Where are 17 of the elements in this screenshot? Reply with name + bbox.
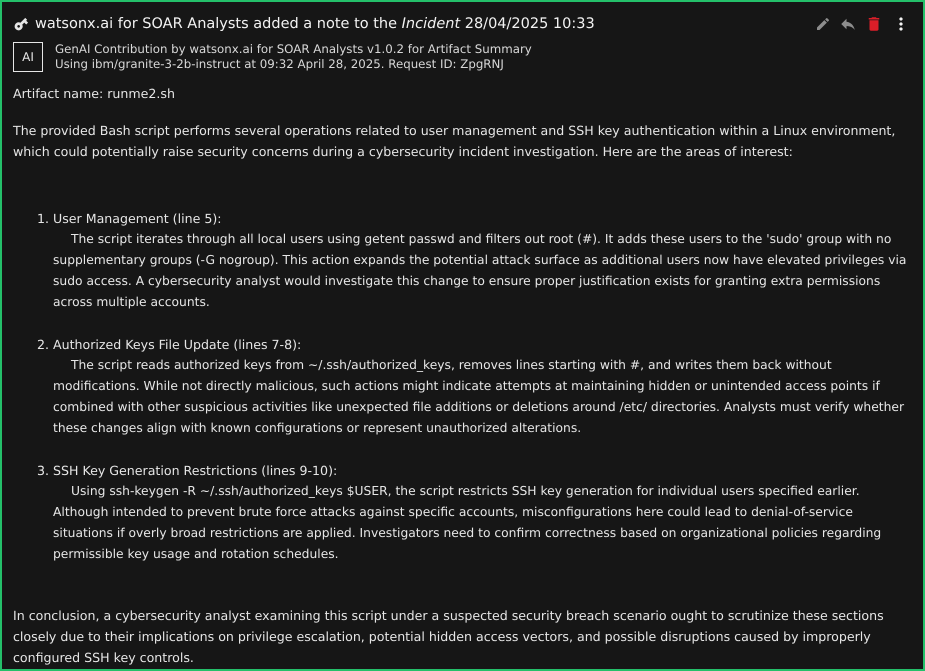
item-body: The script reads authorized keys from ~/.ssh/authorized_keys, removes lines starting with #, and writes them back without modifications. While not directly malicious, such actions might indicate attempts at maintaining hidden or unintended access points if combined with other suspicious activities like unexpected file additions or deletions around /etc/ directories. Analysts must verify whether these changes align with known configurations or represent unauthorized alterations. <box>53 357 906 437</box>
note-title: watsonx.ai for SOAR Analysts added a note to the Incident 28/04/2025 10:33 <box>35 14 596 34</box>
conclusion-paragraph: In conclusion, a cybersecurity analyst examining this script under a suspected security breach scenario ought to scrutinize these sections closely due to their implications on privilege escalation, potential hidden access vectors, and possible disruptions caused by improperly configured SSH key controls. <box>13 607 885 667</box>
item-heading: SSH Key Generation Restrictions (lines 9-10): <box>53 462 338 480</box>
item-number: 3. <box>36 462 49 480</box>
ai-badge: AI <box>13 42 43 72</box>
item-number: 1. <box>36 210 49 228</box>
intro-paragraph: The provided Bash script performs several operations related to user management and SSH key authentication within a Linux environment, which could potentially raise security concerns during a cybersecurity incident investigation. Here are the areas of interest: <box>13 122 896 161</box>
contribution-text: GenAI Contribution by watsonx.ai for SOAR Analysts v1.0.2 for Artifact Summary <box>55 42 532 57</box>
model-text: Using ibm/granite-3-2b-instruct at 09:32 April 28, 2025. Request ID: ZpgRNJ <box>55 57 505 72</box>
edit-icon[interactable] <box>815 16 831 32</box>
item-body: Using ssh-keygen -R ~/.ssh/authorized_keys $USER, the script restricts SSH key generation for individual users specified earlier. Although intended to prevent brute force attacks against specific accounts, misconfigurations here could lead to denial-of-service situations if overly broad restrictions are applied. Investigators need to confirm correctness based on organizational policies regarding permissible key usage and rotation schedules. <box>53 483 882 563</box>
item-body: The script iterates through all local users using getent passwd and filters out root (#). It adds these users to the 'sudo' group with no supplementary groups (-G nogroup). This action expands the potential attack surface as additional users now have elevated privileges via sudo access. A cybersecurity analyst would investigate this change to ensure proper justification exists for granting extra permissions across multiple accounts. <box>53 231 908 311</box>
item-heading: User Management (line 5): <box>53 210 222 228</box>
artifact-name: Artifact name: runme2.sh <box>13 85 176 103</box>
item-heading: Authorized Keys File Update (lines 7-8): <box>53 336 302 354</box>
item-number: 2. <box>36 336 49 354</box>
